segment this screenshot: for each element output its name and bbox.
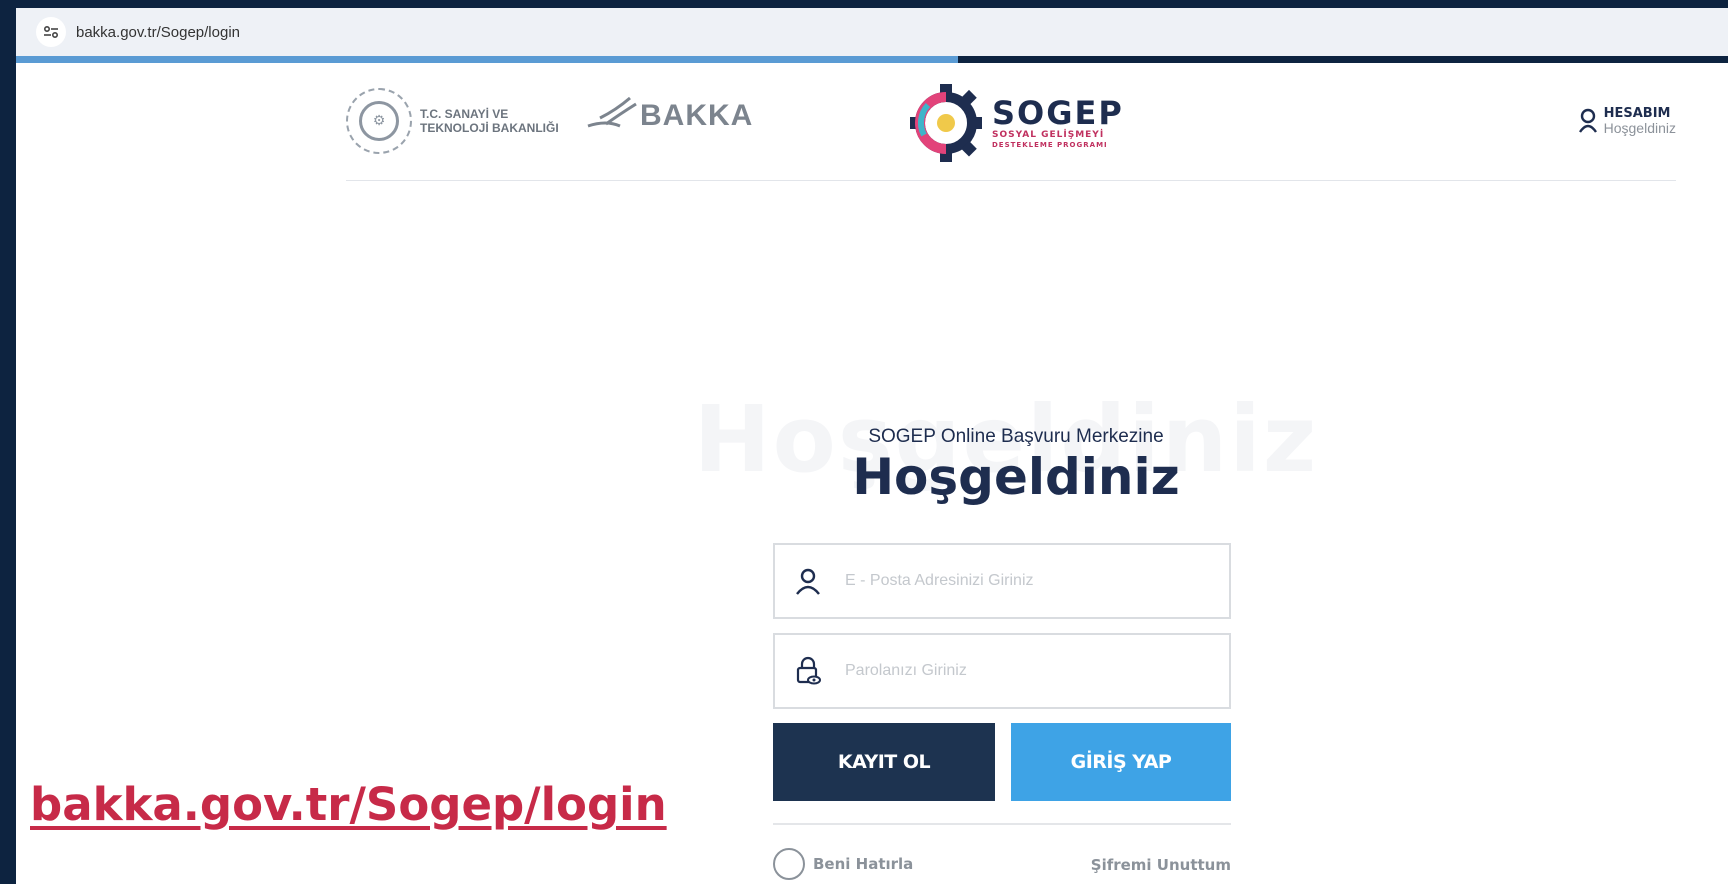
- url-text[interactable]: bakka.gov.tr/Sogep/login: [76, 24, 240, 41]
- user-icon: [796, 568, 820, 595]
- page-load-progress-fill: [16, 56, 958, 63]
- ministry-seal-icon: ⚙: [346, 88, 412, 154]
- register-button[interactable]: KAYIT OL: [773, 723, 995, 801]
- remember-me-radio[interactable]: [773, 848, 805, 880]
- forgot-password-link[interactable]: Şifremi Unuttum: [1091, 856, 1231, 874]
- account-title: HESABIM: [1603, 106, 1671, 121]
- sogep-title: SOGEP: [992, 94, 1124, 132]
- email-input[interactable]: [843, 571, 1227, 591]
- remember-me-toggle[interactable]: Beni Hatırla: [773, 848, 913, 880]
- ministry-name-line2: TEKNOLOJİ BAKANLIĞI: [420, 121, 559, 135]
- password-field[interactable]: [773, 633, 1231, 709]
- login-title: Hoşgeldiniz: [852, 448, 1180, 506]
- ministry-name: T.C. SANAYİ VE TEKNOLOJİ BAKANLIĞI: [420, 107, 559, 135]
- url-caption: bakka.gov.tr/Sogep/login: [30, 778, 667, 831]
- page-load-progress: [16, 56, 1728, 63]
- bakka-name: BAKKA: [640, 99, 754, 132]
- sogep-logo[interactable]: SOGEP SOSYAL GELİŞMEYİ DESTEKLEME PROGRA…: [906, 80, 1124, 166]
- site-header: ⚙ T.C. SANAYİ VE TEKNOLOJİ BAKANLIĞI BAK…: [346, 70, 1676, 181]
- sogep-gear-icon: [910, 84, 982, 162]
- password-input[interactable]: [843, 661, 1227, 681]
- account-menu[interactable]: HESABIM Hoşgeldiniz: [1578, 106, 1676, 136]
- email-field[interactable]: [773, 543, 1231, 619]
- login-button[interactable]: GİRİŞ YAP: [1011, 723, 1231, 801]
- ministry-logo[interactable]: ⚙ T.C. SANAYİ VE TEKNOLOJİ BAKANLIĞI: [346, 88, 559, 154]
- remember-me-label: Beni Hatırla: [813, 855, 914, 873]
- address-bar[interactable]: bakka.gov.tr/Sogep/login: [16, 8, 1728, 56]
- sogep-wordmark: SOGEP SOSYAL GELİŞMEYİ DESTEKLEME PROGRA…: [992, 96, 1124, 150]
- bakka-wave-icon: [587, 96, 637, 128]
- login-subtitle: SOGEP Online Başvuru Merkezine: [868, 426, 1164, 447]
- user-icon: [1578, 108, 1597, 133]
- lock-eye-icon: [796, 656, 821, 685]
- sogep-subtitle-line1: SOSYAL GELİŞMEYİ: [992, 130, 1105, 140]
- account-greeting: Hoşgeldiniz: [1603, 120, 1676, 136]
- site-info-icon[interactable]: [36, 17, 66, 47]
- ministry-name-line1: T.C. SANAYİ VE: [420, 107, 509, 121]
- divider: [773, 823, 1231, 825]
- browser-window: bakka.gov.tr/Sogep/login ⚙ T.C. SANAYİ V…: [16, 8, 1728, 884]
- sogep-subtitle-line2: DESTEKLEME PROGRAMI: [992, 141, 1108, 149]
- bakka-logo[interactable]: BAKKA: [586, 96, 753, 136]
